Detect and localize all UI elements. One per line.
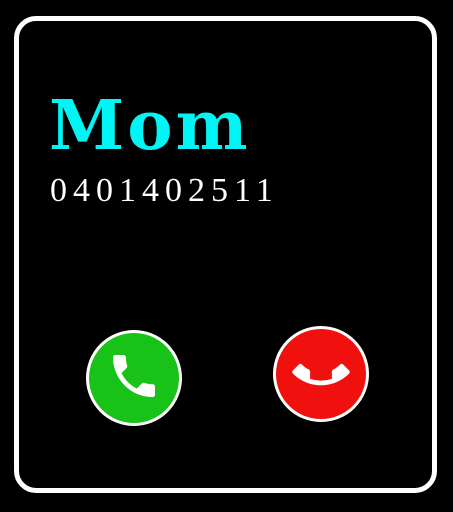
accept-call-button[interactable] [86, 330, 182, 426]
incoming-call-screen: Mom 0401402511 [0, 0, 453, 512]
caller-name: Mom [49, 86, 251, 166]
phone-answer-icon [106, 348, 162, 408]
decline-call-button[interactable] [273, 326, 369, 422]
phone-hangup-icon [292, 344, 350, 404]
caller-number: 0401402511 [50, 172, 279, 209]
